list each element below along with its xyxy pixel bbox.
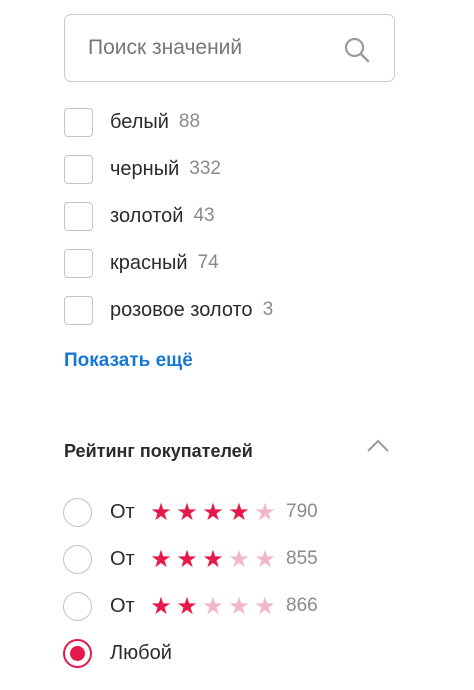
star-icon: ★ bbox=[176, 545, 198, 573]
star-icon: ★ bbox=[176, 592, 198, 620]
star-icon: ★ bbox=[150, 498, 172, 526]
star-empty-icon: ★ bbox=[228, 592, 250, 620]
star-empty-icon: ★ bbox=[254, 545, 276, 573]
filter-option-count: 332 bbox=[189, 158, 221, 179]
show-more-link[interactable]: Показать ещё bbox=[64, 350, 193, 372]
checkbox[interactable] bbox=[64, 154, 93, 184]
star-icon: ★ bbox=[228, 498, 250, 526]
rating-option-label: Любой bbox=[110, 641, 172, 664]
checkbox[interactable] bbox=[64, 201, 93, 231]
star-rating: ★ ★ ★ ★ ★ bbox=[148, 500, 278, 524]
chevron-up-icon[interactable] bbox=[366, 438, 390, 454]
star-icon: ★ bbox=[202, 498, 224, 526]
filter-option-rose-gold[interactable]: розовое золото 3 bbox=[64, 295, 273, 325]
rating-option-label: От bbox=[110, 594, 135, 617]
rating-option-4-stars[interactable]: От ★ ★ ★ ★ ★ 790 bbox=[63, 496, 318, 528]
rating-option-count: 790 bbox=[286, 501, 318, 522]
star-empty-icon: ★ bbox=[254, 592, 276, 620]
filter-option-white[interactable]: белый 88 bbox=[64, 107, 200, 137]
rating-option-count: 866 bbox=[286, 595, 318, 616]
filter-option-label: белый bbox=[110, 110, 169, 133]
filter-option-gold[interactable]: золотой 43 bbox=[64, 201, 215, 231]
radio-button[interactable] bbox=[63, 591, 92, 621]
checkbox[interactable] bbox=[64, 295, 93, 325]
star-icon: ★ bbox=[176, 498, 198, 526]
rating-option-count: 855 bbox=[286, 548, 318, 569]
radio-button[interactable] bbox=[63, 497, 92, 527]
filter-option-label: розовое золото bbox=[110, 298, 253, 321]
section-title-rating: Рейтинг покупателей bbox=[64, 441, 253, 461]
star-empty-icon: ★ bbox=[202, 592, 224, 620]
search-input[interactable] bbox=[88, 15, 338, 81]
star-empty-icon: ★ bbox=[228, 545, 250, 573]
filter-option-label: золотой bbox=[110, 204, 184, 227]
star-empty-icon: ★ bbox=[254, 498, 276, 526]
filter-option-count: 43 bbox=[193, 205, 215, 226]
filter-option-count: 3 bbox=[262, 299, 274, 320]
filter-option-label: черный bbox=[110, 157, 180, 180]
star-rating: ★ ★ ★ ★ ★ bbox=[148, 547, 278, 571]
rating-option-2-stars[interactable]: От ★ ★ ★ ★ ★ 866 bbox=[63, 590, 318, 622]
search-icon[interactable] bbox=[343, 36, 371, 64]
star-icon: ★ bbox=[202, 545, 224, 573]
star-icon: ★ bbox=[150, 545, 172, 573]
rating-option-label: От bbox=[110, 500, 135, 523]
filter-option-label: красный bbox=[110, 251, 188, 274]
star-rating: ★ ★ ★ ★ ★ bbox=[148, 594, 278, 618]
filter-option-count: 74 bbox=[197, 252, 219, 273]
radio-button[interactable] bbox=[63, 544, 92, 574]
checkbox[interactable] bbox=[64, 248, 93, 278]
rating-option-3-stars[interactable]: От ★ ★ ★ ★ ★ 855 bbox=[63, 543, 318, 575]
filter-option-black[interactable]: черный 332 bbox=[64, 154, 221, 184]
rating-option-any[interactable]: Любой bbox=[63, 637, 172, 669]
filter-option-count: 88 bbox=[178, 111, 201, 132]
rating-option-label: От bbox=[110, 547, 135, 570]
star-icon: ★ bbox=[150, 592, 172, 620]
filter-option-red[interactable]: красный 74 bbox=[64, 248, 219, 278]
search-box bbox=[64, 14, 395, 82]
radio-button-selected[interactable] bbox=[63, 638, 92, 668]
checkbox[interactable] bbox=[64, 107, 93, 137]
